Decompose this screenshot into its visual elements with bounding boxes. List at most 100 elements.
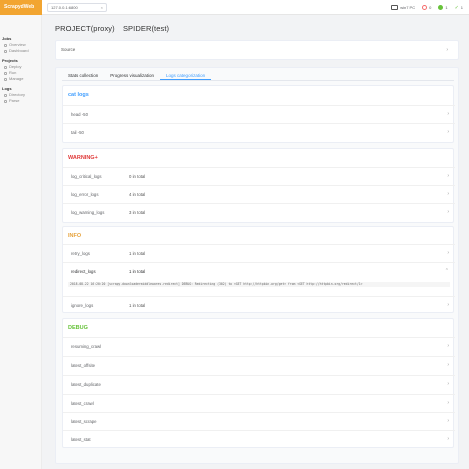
chevron-right-icon: › [446, 47, 448, 53]
running-circle-icon [438, 5, 444, 10]
list-item[interactable]: resuming_crawl › [63, 337, 455, 355]
sidebar-item-dashboard[interactable]: Dashboard [0, 48, 41, 54]
server-select[interactable]: 127.0.0.1:6800 × [47, 3, 107, 12]
list-item-expanded[interactable]: redirect_logs 1 in total ⌃ [63, 262, 455, 280]
row-label: redirect_logs [71, 269, 96, 274]
chevron-right-icon: › [447, 173, 449, 179]
row-label: resuming_crawl [71, 344, 102, 349]
page-title: PROJECT(proxy) SPIDER(test) [55, 24, 175, 33]
app-logo[interactable]: ScrapydWeb [0, 0, 42, 15]
info-panel: INFO retry_logs 1 in total › redirect_lo… [62, 226, 455, 314]
row-label: log_error_logs [71, 192, 99, 197]
cat-logs-panel: cat logs head -50 › tail -50 › [62, 85, 455, 143]
run-icon [4, 71, 7, 75]
tabs-card: Stats collection Progress visualization … [55, 67, 459, 464]
stopped-label: 0 [429, 5, 432, 10]
tab-progress-visualization[interactable]: Progress visualization [104, 71, 160, 80]
sidebar-item-label: Manage [9, 76, 24, 81]
list-item[interactable]: latest_scrape › [63, 412, 455, 430]
chevron-right-icon: › [447, 362, 449, 368]
sidebar-item-manage[interactable]: Manage [0, 76, 41, 82]
sidebar: Jobs Overview Dashboard Projects Deploy … [0, 15, 42, 469]
row-label: latest_crawl [71, 401, 94, 406]
parse-icon [4, 99, 7, 103]
tab-stats-collection[interactable]: Stats collection [62, 71, 104, 80]
list-item[interactable]: latest_offsite › [63, 356, 455, 374]
debug-panel: DEBUG resuming_crawl › latest_offsite › … [62, 318, 455, 448]
chevron-right-icon: › [447, 250, 449, 256]
source-collapse[interactable]: Source › [55, 40, 459, 60]
list-item[interactable]: latest_crawl › [63, 394, 455, 412]
chevron-right-icon: › [447, 400, 449, 406]
running-count[interactable]: 1 [438, 5, 448, 10]
node-info[interactable]: win7 PC [391, 5, 415, 10]
running-label: 1 [445, 5, 448, 10]
row-count: 1 in total [129, 251, 146, 256]
panel-title: DEBUG [68, 325, 88, 331]
check-icon: ✓ [454, 4, 459, 11]
dashboard-icon [4, 49, 7, 53]
redirect-log-detail: 2018-08-22 16:20:20 [scrapy.downloadermi… [68, 282, 450, 287]
tab-bar: Stats collection Progress visualization … [62, 71, 454, 81]
sidebar-item-label: Parse [9, 98, 20, 103]
clear-icon[interactable]: × [101, 4, 103, 11]
stop-circle-icon [422, 5, 428, 10]
row-count: 0 in total [129, 174, 146, 179]
row-count: 4 in total [129, 192, 146, 197]
node-label: win7 PC [400, 5, 416, 10]
finished-count[interactable]: ✓ 1 [455, 5, 463, 11]
chevron-right-icon: › [447, 343, 449, 349]
top-bar: ScrapydWeb 127.0.0.1:6800 × win7 PC 0 1 … [0, 0, 469, 15]
deploy-icon [4, 65, 7, 69]
row-label: ignore_logs [71, 303, 94, 308]
chevron-right-icon: › [447, 381, 449, 387]
panel-title: WARNING+ [68, 155, 98, 161]
row-label: tail -50 [71, 130, 84, 135]
row-label: retry_logs [71, 251, 90, 256]
list-item[interactable]: latest_stat › [63, 430, 455, 448]
row-count: 1 in total [129, 269, 146, 274]
row-label: latest_stat [71, 437, 91, 442]
monitor-icon [391, 5, 399, 10]
list-item[interactable]: ignore_logs 1 in total › [63, 296, 455, 314]
spider-title: SPIDER(test) [122, 24, 170, 33]
stopped-count[interactable]: 0 [422, 5, 431, 10]
list-item[interactable]: head -50 › [63, 105, 455, 123]
list-item[interactable]: tail -50 › [63, 123, 455, 141]
chevron-right-icon: › [447, 436, 449, 442]
finished-label: 1 [460, 5, 463, 10]
chevron-right-icon: › [447, 191, 449, 197]
list-item[interactable]: retry_logs 1 in total › [63, 244, 455, 262]
chevron-right-icon: › [447, 129, 449, 135]
tab-logs-categorization[interactable]: Logs categorization [160, 71, 212, 80]
panel-title: cat logs [68, 92, 89, 98]
row-label: head -50 [71, 112, 88, 117]
row-label: log_warning_logs [71, 210, 105, 215]
source-label: Source [61, 47, 76, 52]
chevron-right-icon: › [447, 418, 449, 424]
project-title: PROJECT(proxy) [55, 24, 115, 33]
row-label: latest_scrape [71, 419, 97, 424]
panel-title: INFO [68, 233, 82, 239]
warning-panel: WARNING+ log_critical_logs 0 in total › … [62, 148, 455, 223]
chevron-right-icon: › [447, 111, 449, 117]
overview-icon [4, 43, 7, 47]
row-label: latest_duplicate [71, 382, 101, 387]
chevron-right-icon: › [447, 302, 449, 308]
row-label: log_critical_logs [71, 174, 102, 179]
row-label: latest_offsite [71, 363, 96, 368]
server-select-value: 127.0.0.1:6800 [51, 5, 78, 10]
list-item[interactable]: log_error_logs 4 in total › [63, 185, 455, 203]
row-count: 1 in total [129, 303, 146, 308]
sidebar-item-label: Dashboard [9, 48, 29, 53]
list-item[interactable]: log_warning_logs 3 in total › [63, 203, 455, 221]
list-item[interactable]: log_critical_logs 0 in total › [63, 167, 455, 185]
chevron-right-icon: › [447, 209, 449, 215]
chevron-up-icon: ⌃ [444, 268, 449, 274]
sidebar-item-parse[interactable]: Parse [0, 98, 41, 104]
list-item[interactable]: latest_duplicate › [63, 375, 455, 393]
manage-icon [4, 77, 7, 81]
row-count: 3 in total [129, 210, 146, 215]
folder-icon [4, 93, 7, 97]
status-bar: win7 PC 0 1 ✓ 1 [391, 3, 463, 12]
